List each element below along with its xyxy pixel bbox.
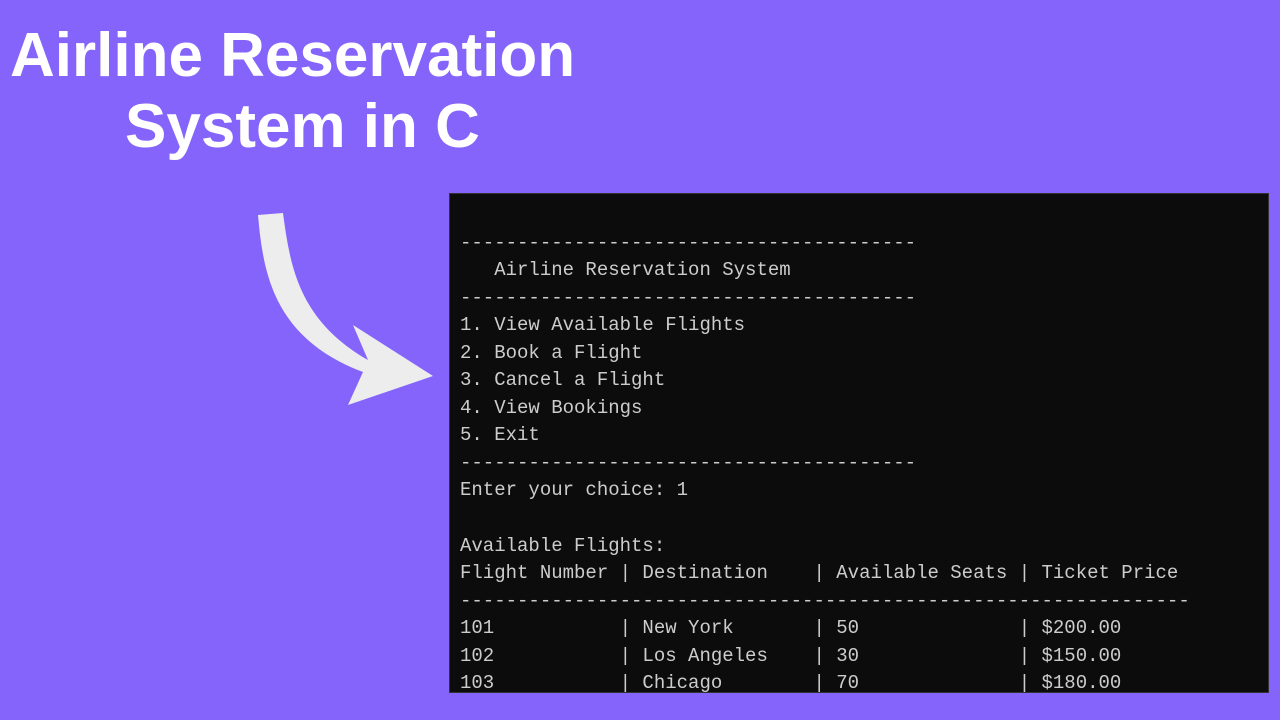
menu-item-1: 1. View Available Flights — [460, 314, 745, 336]
title-line-2: System in C — [125, 91, 575, 162]
rule: ---------------------------------------- — [460, 452, 916, 474]
prompt-line: Enter your choice: 1 — [460, 479, 688, 501]
terminal-title: Airline Reservation System — [460, 259, 791, 281]
menu-item-2: 2. Book a Flight — [460, 342, 642, 364]
table-row: 102 | Los Angeles | 30 | $150.00 — [460, 645, 1121, 667]
table-row: 103 | Chicago | 70 | $180.00 — [460, 672, 1121, 694]
table-header: Flight Number | Destination | Available … — [460, 562, 1178, 584]
title-line-1: Airline Reservation — [10, 20, 575, 91]
prompt-value: 1 — [677, 479, 688, 501]
table-rule: ----------------------------------------… — [460, 590, 1190, 612]
rule: ---------------------------------------- — [460, 232, 916, 254]
rule: ---------------------------------------- — [460, 287, 916, 309]
page-title: Airline Reservation System in C — [10, 20, 575, 163]
table-row: 101 | New York | 50 | $200.00 — [460, 617, 1121, 639]
menu-item-4: 4. View Bookings — [460, 397, 642, 419]
menu-item-5: 5. Exit — [460, 424, 540, 446]
menu-item-3: 3. Cancel a Flight — [460, 369, 665, 391]
blank-line — [460, 507, 471, 529]
terminal-window: ----------------------------------------… — [449, 193, 1269, 693]
prompt-label: Enter your choice: — [460, 479, 677, 501]
arrow-icon — [228, 210, 448, 410]
section-label: Available Flights: — [460, 535, 665, 557]
